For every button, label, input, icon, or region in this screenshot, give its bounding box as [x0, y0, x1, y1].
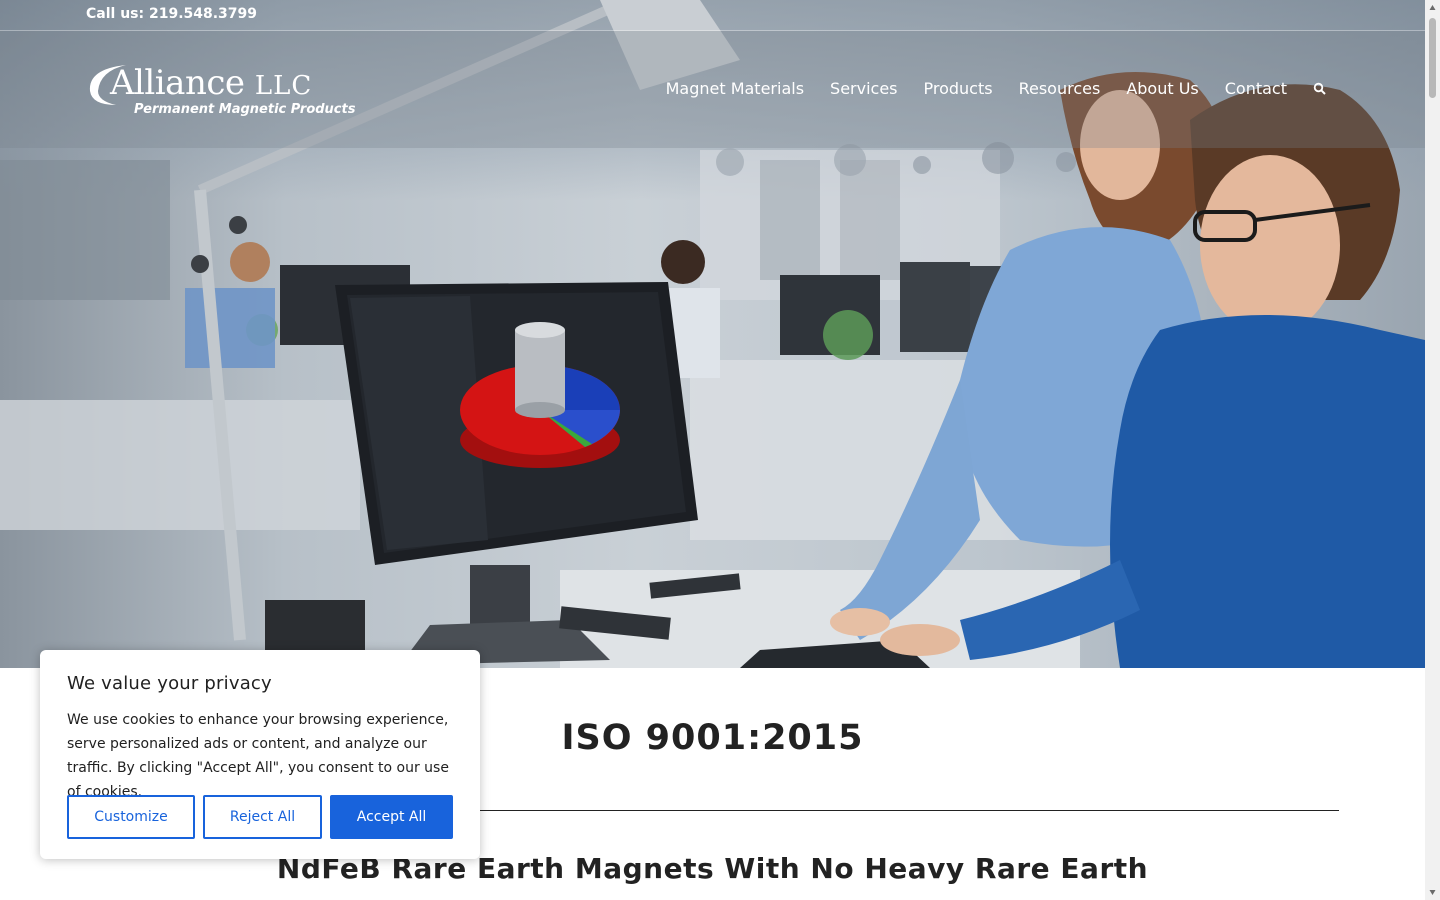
- scroll-down-arrow-icon[interactable]: [1429, 889, 1436, 896]
- accept-all-button[interactable]: Accept All: [330, 795, 453, 839]
- scroll-up-arrow-icon[interactable]: [1429, 4, 1436, 11]
- reject-all-button[interactable]: Reject All: [203, 795, 322, 839]
- logo-brand: Alliance LLC: [110, 63, 312, 103]
- scroll-thumb[interactable]: [1429, 18, 1436, 98]
- customize-button[interactable]: Customize: [67, 795, 195, 839]
- search-icon[interactable]: [1313, 82, 1327, 96]
- hero-banner: Call us: 219.548.3799 Alliance LLC Perma…: [0, 0, 1425, 668]
- top-bar: Call us: 219.548.3799: [0, 0, 1425, 31]
- nav-item-resources[interactable]: Resources: [1019, 79, 1101, 98]
- nav-item-contact[interactable]: Contact: [1225, 79, 1287, 98]
- site-header: Alliance LLC Permanent Magnetic Products…: [0, 31, 1425, 148]
- cookie-consent-banner: We value your privacy We use cookies to …: [40, 650, 480, 859]
- site-logo[interactable]: Alliance LLC Permanent Magnetic Products: [86, 61, 355, 121]
- logo-brand-name: Alliance: [110, 63, 245, 103]
- phone-number[interactable]: Call us: 219.548.3799: [86, 6, 257, 22]
- nav-item-magnet-materials[interactable]: Magnet Materials: [666, 79, 804, 98]
- nav-item-services[interactable]: Services: [830, 79, 897, 98]
- cookie-description: We use cookies to enhance your browsing …: [67, 712, 449, 800]
- cookie-title: We value your privacy: [67, 673, 272, 694]
- main-nav: Magnet Materials Services Products Resou…: [640, 79, 1327, 98]
- logo-tagline: Permanent Magnetic Products: [134, 102, 356, 117]
- logo-brand-suffix: LLC: [254, 71, 313, 101]
- nav-item-about-us[interactable]: About Us: [1126, 79, 1198, 98]
- page-scrollbar[interactable]: [1425, 0, 1440, 900]
- nav-item-products[interactable]: Products: [924, 79, 993, 98]
